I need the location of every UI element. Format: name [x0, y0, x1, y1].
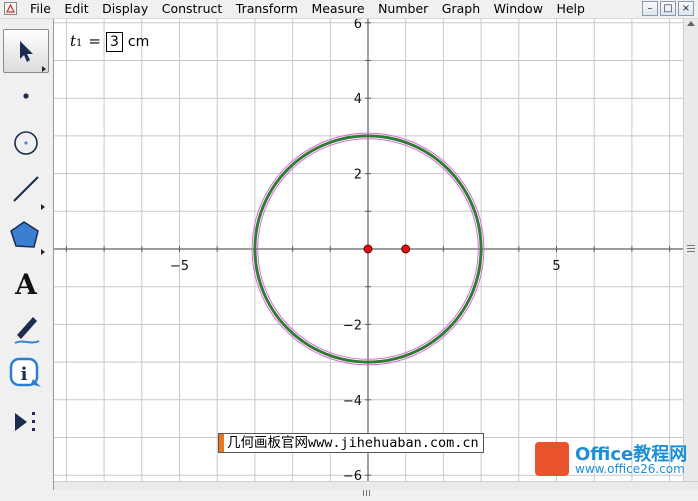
- compass-tool[interactable]: [3, 121, 49, 165]
- polygon-tool-icon: [10, 221, 45, 255]
- y-tick-label: 6: [354, 19, 362, 32]
- menu-construct[interactable]: Construct: [162, 1, 223, 17]
- parameter-unit: cm: [127, 34, 150, 50]
- app-icon[interactable]: [4, 2, 17, 15]
- marker-tool-icon: [14, 317, 40, 344]
- info-tool-glyph: i: [21, 364, 28, 385]
- parameter-value-box[interactable]: 3: [105, 32, 123, 52]
- point-tool-icon: [23, 93, 29, 99]
- restore-button[interactable]: □: [660, 1, 676, 16]
- office-logo-url: www.office26.com: [575, 462, 685, 476]
- close-button[interactable]: ×: [678, 1, 694, 16]
- center-point: [363, 244, 373, 254]
- straightedge-tool[interactable]: [3, 167, 49, 211]
- parameter-t1[interactable]: t1 = 3 cm: [70, 32, 149, 52]
- text-tool-glyph: A: [14, 268, 38, 301]
- toolbox: A i: [0, 19, 54, 490]
- custom-tool[interactable]: [3, 399, 49, 443]
- point-tool[interactable]: [3, 75, 49, 119]
- arrow-select-icon: [20, 41, 46, 72]
- menu-file[interactable]: File: [30, 1, 51, 17]
- scroll-up-icon[interactable]: [687, 21, 695, 26]
- menu-graph[interactable]: Graph: [442, 1, 480, 17]
- office-logo: Office教程网 www.office26.com: [533, 438, 698, 482]
- menu-help[interactable]: Help: [556, 1, 585, 17]
- coordinate-graph[interactable]: −5 5 6 4 2 −2 −4 −6: [54, 17, 683, 484]
- custom-tool-icon: [15, 412, 35, 431]
- x-tick-label: −5: [170, 259, 189, 274]
- text-tool-icon: A: [14, 268, 38, 301]
- y-tick-label: −2: [343, 318, 362, 333]
- menu-window[interactable]: Window: [494, 1, 543, 17]
- watermark-banner: 几何画板官网www.jihehuaban.com.cn: [218, 433, 484, 453]
- information-tool-icon: i: [9, 357, 41, 387]
- compass-tool-icon: [14, 131, 38, 155]
- straightedge-tool-icon: [13, 176, 45, 210]
- menu-display[interactable]: Display: [102, 1, 148, 17]
- minimize-button[interactable]: –: [642, 1, 658, 16]
- sketch-canvas[interactable]: −5 5 6 4 2 −2 −4 −6: [54, 17, 683, 484]
- text-tool[interactable]: A: [3, 259, 49, 303]
- menu-edit[interactable]: Edit: [64, 1, 88, 17]
- information-tool[interactable]: i: [3, 351, 49, 395]
- arrow-select-tool[interactable]: [3, 29, 49, 73]
- menu-transform[interactable]: Transform: [236, 1, 298, 17]
- second-point: [401, 244, 411, 254]
- menu-measure[interactable]: Measure: [311, 1, 364, 17]
- parameter-subscript: 1: [76, 38, 83, 49]
- menu-bar: File Edit Display Construct Transform Me…: [0, 0, 698, 19]
- parameter-equals: =: [88, 32, 101, 50]
- x-tick-label: 5: [552, 259, 560, 274]
- y-tick-label: 2: [354, 168, 362, 183]
- y-tick-label: −4: [343, 394, 362, 409]
- marker-tool[interactable]: [3, 305, 49, 349]
- y-tick-label: 4: [354, 92, 362, 107]
- y-tick-label: −6: [343, 469, 362, 481]
- vertical-scrollbar[interactable]: [683, 19, 698, 481]
- polygon-tool[interactable]: [3, 213, 49, 257]
- office-logo-icon: [535, 442, 569, 476]
- menu-number[interactable]: Number: [378, 1, 428, 17]
- horizontal-scrollbar[interactable]: [54, 481, 698, 496]
